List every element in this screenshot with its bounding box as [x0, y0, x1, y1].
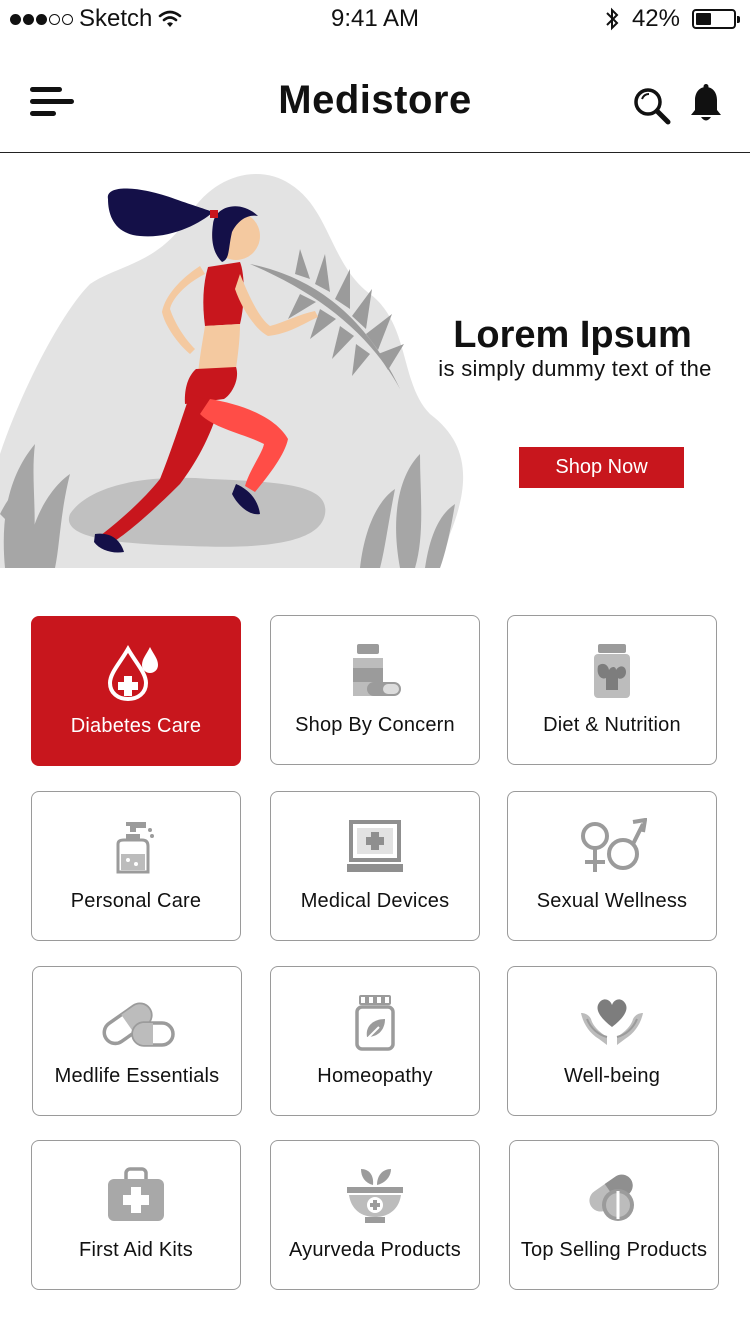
- category-sexual-wellness[interactable]: Sexual Wellness: [507, 791, 717, 941]
- category-homeopathy[interactable]: Homeopathy: [270, 966, 480, 1116]
- first-aid-kit-icon: [108, 1167, 164, 1221]
- battery-percent: 42%: [631, 5, 680, 32]
- category-label: Personal Care: [70, 890, 202, 912]
- category-ayurveda-products[interactable]: Ayurveda Products: [270, 1140, 480, 1290]
- protein-jar-icon: [594, 644, 630, 698]
- runner-illustration: [0, 174, 464, 568]
- gender-symbols-icon: [581, 818, 647, 872]
- category-personal-care[interactable]: Personal Care: [31, 791, 241, 941]
- category-label: Medical Devices: [300, 890, 450, 912]
- category-shop-by-concern[interactable]: Shop By Concern: [270, 615, 480, 765]
- shop-now-button[interactable]: Shop Now: [519, 447, 684, 488]
- battery-icon: [692, 9, 740, 29]
- category-first-aid-kits[interactable]: First Aid Kits: [31, 1140, 241, 1290]
- category-label: Ayurveda Products: [288, 1239, 461, 1261]
- search-button[interactable]: [632, 86, 672, 126]
- battery-fill: [696, 13, 711, 25]
- category-medical-devices[interactable]: Medical Devices: [270, 791, 480, 941]
- herbal-bowl-icon: [347, 1169, 403, 1223]
- app-header: Medistore: [0, 40, 750, 153]
- battery-info: 42%: [604, 5, 740, 33]
- heart-hands-icon: [581, 999, 643, 1045]
- notifications-button[interactable]: [689, 84, 723, 124]
- category-label: Medlife Essentials: [54, 1065, 220, 1087]
- banner-title: Lorem Ipsum: [453, 314, 692, 356]
- blood-drop-icon: [107, 644, 158, 701]
- soap-dispenser-icon: [116, 822, 154, 874]
- category-diet-nutrition[interactable]: Diet & Nutrition: [507, 615, 717, 765]
- banner-subtitle: is simply dummy text of the: [438, 356, 712, 381]
- category-label: Top Selling Products: [520, 1239, 708, 1261]
- category-top-selling-products[interactable]: Top Selling Products: [509, 1140, 719, 1290]
- medicine-bottle-icon: [353, 644, 401, 696]
- category-label: Sexual Wellness: [536, 890, 688, 912]
- category-label: Homeopathy: [317, 1065, 433, 1087]
- category-label: Diabetes Care: [70, 715, 202, 737]
- category-label: Shop By Concern: [295, 714, 455, 736]
- category-label: First Aid Kits: [79, 1239, 193, 1261]
- category-well-being[interactable]: Well-being: [507, 966, 717, 1116]
- category-label: Well-being: [563, 1065, 661, 1087]
- status-bar: Sketch 9:41 AM 42%: [0, 0, 750, 40]
- capsule-icon: [102, 1002, 175, 1047]
- bell-icon: [691, 84, 721, 121]
- category-medlife-essentials[interactable]: Medlife Essentials: [32, 966, 242, 1116]
- pills-icon: [589, 1174, 634, 1221]
- medical-monitor-icon: [347, 820, 403, 872]
- category-diabetes-care[interactable]: Diabetes Care: [31, 616, 241, 766]
- herbal-jar-icon: [355, 995, 395, 1051]
- category-label: Diet & Nutrition: [543, 714, 681, 736]
- bluetooth-icon: [606, 7, 619, 31]
- hero-banner: Lorem Ipsum is simply dummy text of the …: [0, 154, 750, 568]
- search-icon: [634, 88, 671, 125]
